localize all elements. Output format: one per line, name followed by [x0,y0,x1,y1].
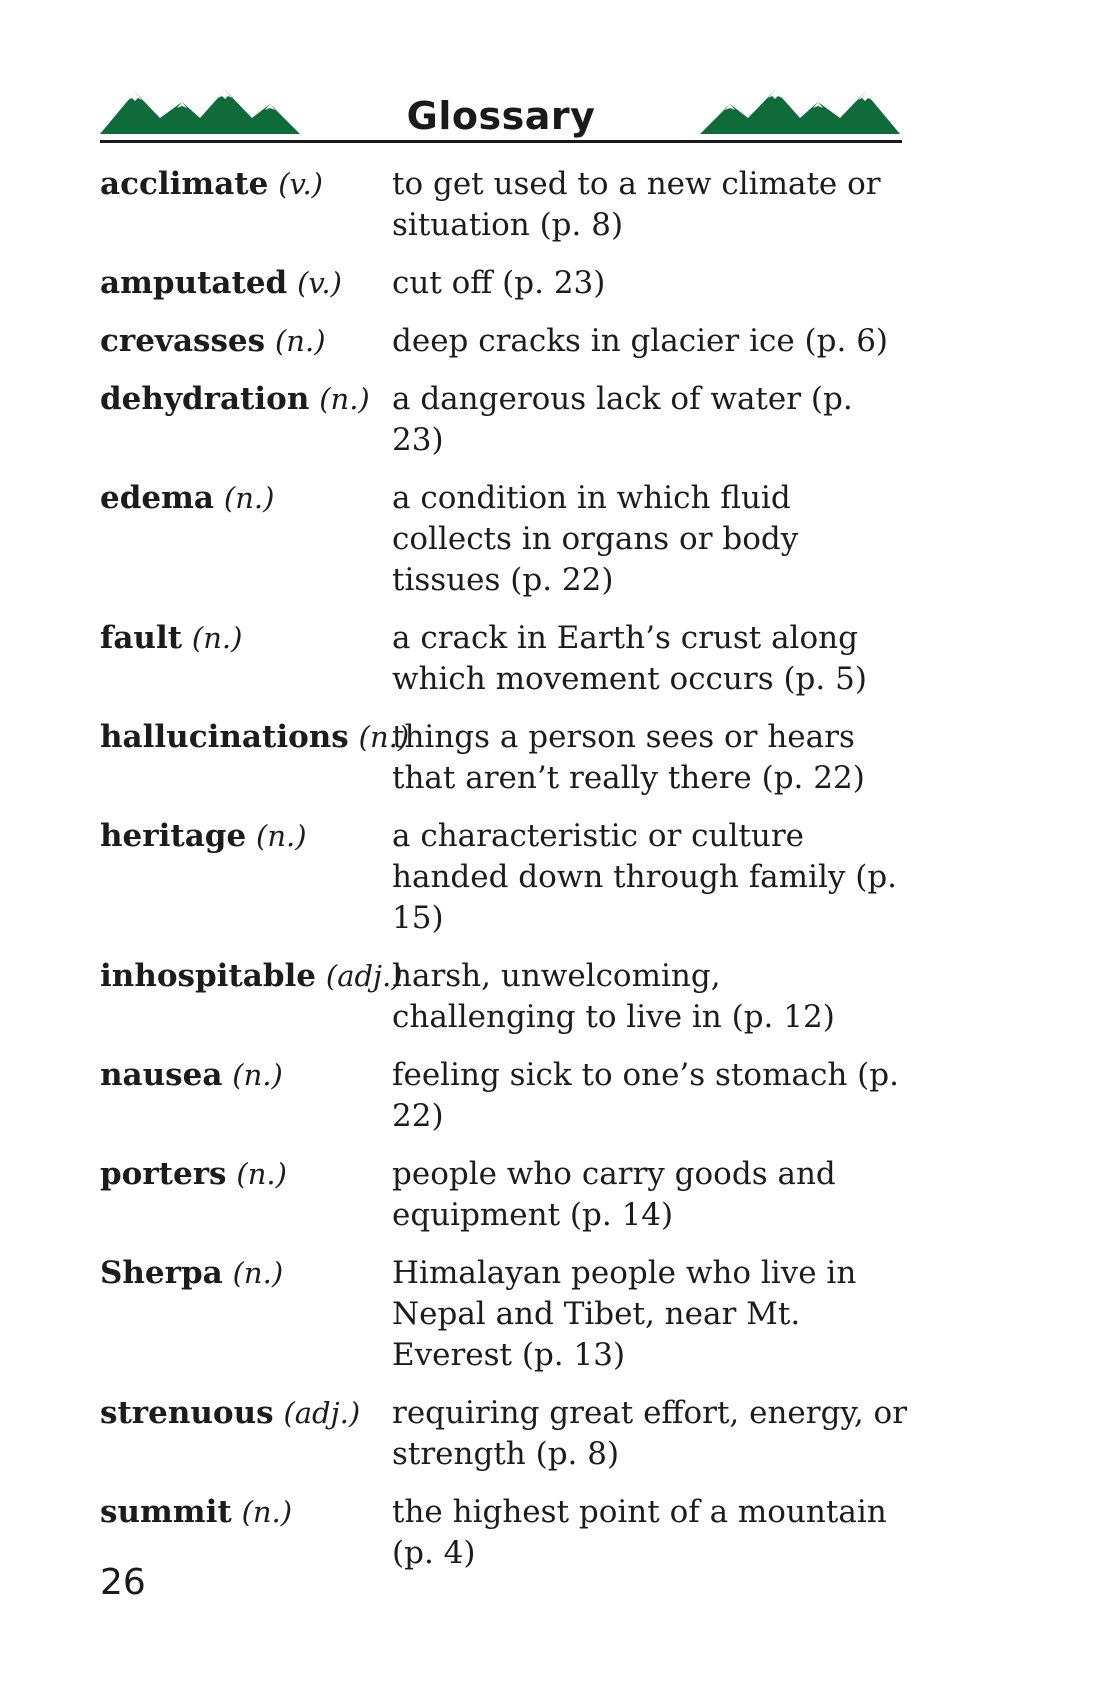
mountain-range-icon [700,90,900,134]
glossary-definition: people who carry goods and equipment (p.… [392,1156,836,1233]
glossary-definition: a crack in Earth’s crust along which mov… [392,620,867,697]
glossary-header: Glossary [100,84,902,144]
glossary-entry: heritage (n.) a characteristic or cultur… [100,816,910,939]
page-number: 26 [100,1562,146,1603]
glossary-term: acclimate (v.) [100,164,392,205]
glossary-term: edema (n.) [100,478,392,519]
glossary-definition: to get used to a new climate or situatio… [392,166,881,243]
term-part-of-speech: (n.) [274,324,326,358]
glossary-entry: crevasses (n.) deep cracks in glacier ic… [100,321,910,362]
term-part-of-speech: (n.) [319,382,370,416]
glossary-entry: hallucinations (n.) things a person sees… [100,717,910,799]
term-part-of-speech: (n.) [236,1157,287,1191]
term-part-of-speech: (n.) [191,621,243,655]
term-word: crevasses [100,323,266,359]
term-word: strenuous [100,1395,274,1431]
term-word: edema [100,480,215,516]
glossary-entry: porters (n.) people who carry goods and … [100,1154,910,1236]
term-word: dehydration [100,381,310,417]
glossary-entry: Sherpa (n.) Himalayan people who live in… [100,1253,910,1376]
glossary-definition: harsh, unwelcoming, challenging to live … [392,958,835,1035]
term-part-of-speech: (n.) [223,481,275,515]
term-word: amputated [100,265,288,301]
glossary-term: fault (n.) [100,618,392,659]
glossary-entry: acclimate (v.) to get used to a new clim… [100,164,910,246]
glossary-definition: things a person sees or hears that aren’… [392,719,865,796]
term-part-of-speech: (v.) [297,266,342,300]
glossary-definition: a condition in which fluid collects in o… [392,480,799,598]
glossary-term: summit (n.) [100,1492,392,1533]
term-part-of-speech: (n.) [232,1058,283,1092]
term-word: heritage [100,818,247,854]
term-word: porters [100,1156,227,1192]
glossary-definition: feeling sick to one’s stomach (p. 22) [392,1057,899,1134]
term-word: summit [100,1494,232,1530]
glossary-definition: deep cracks in glacier ice (p. 6) [392,323,889,359]
term-word: hallucinations [100,719,349,755]
glossary-entry: nausea (n.) feeling sick to one’s stomac… [100,1055,910,1137]
glossary-term: heritage (n.) [100,816,392,857]
glossary-term: strenuous (adj.) [100,1393,392,1434]
term-part-of-speech: (n.) [256,819,307,853]
glossary-entry: strenuous (adj.) requiring great effort,… [100,1393,910,1475]
glossary-definition: cut off (p. 23) [392,265,606,301]
term-part-of-speech: (v.) [278,167,323,201]
glossary-definition: requiring great effort, energy, or stren… [392,1395,908,1472]
term-word: Sherpa [100,1255,223,1291]
glossary-entry: inhospitable (adj.) harsh, unwelcoming, … [100,956,910,1038]
term-word: inhospitable [100,958,317,994]
header-rule [100,140,902,143]
term-part-of-speech: (n.) [232,1256,284,1290]
glossary-definition: a characteristic or culture handed down … [392,818,898,936]
glossary-term: dehydration (n.) [100,379,392,420]
glossary-list: acclimate (v.) to get used to a new clim… [100,164,910,1591]
glossary-term: hallucinations (n.) [100,717,409,758]
term-part-of-speech: (n.) [241,1495,293,1529]
glossary-definition: the highest point of a mountain (p. 4) [392,1494,887,1571]
term-word: acclimate [100,166,269,202]
glossary-entry: edema (n.) a condition in which fluid co… [100,478,910,601]
glossary-entry: summit (n.) the highest point of a mount… [100,1492,910,1574]
glossary-term: nausea (n.) [100,1055,392,1096]
glossary-term: amputated (v.) [100,263,392,304]
glossary-entry: amputated (v.) cut off (p. 23) [100,263,910,304]
term-word: nausea [100,1057,223,1093]
glossary-entry: dehydration (n.) a dangerous lack of wat… [100,379,910,461]
glossary-definition: Himalayan people who live in Nepal and T… [392,1255,857,1373]
term-part-of-speech: (adj.) [283,1396,361,1430]
glossary-page: Glossary acclimate (v.) to get used to a… [0,0,1100,1700]
glossary-entry: fault (n.) a crack in Earth’s crust alon… [100,618,910,700]
glossary-term: crevasses (n.) [100,321,392,362]
glossary-term: porters (n.) [100,1154,392,1195]
term-word: fault [100,620,183,656]
glossary-term: inhospitable (adj.) [100,956,403,997]
glossary-term: Sherpa (n.) [100,1253,392,1294]
glossary-definition: a dangerous lack of water (p. 23) [392,381,853,458]
